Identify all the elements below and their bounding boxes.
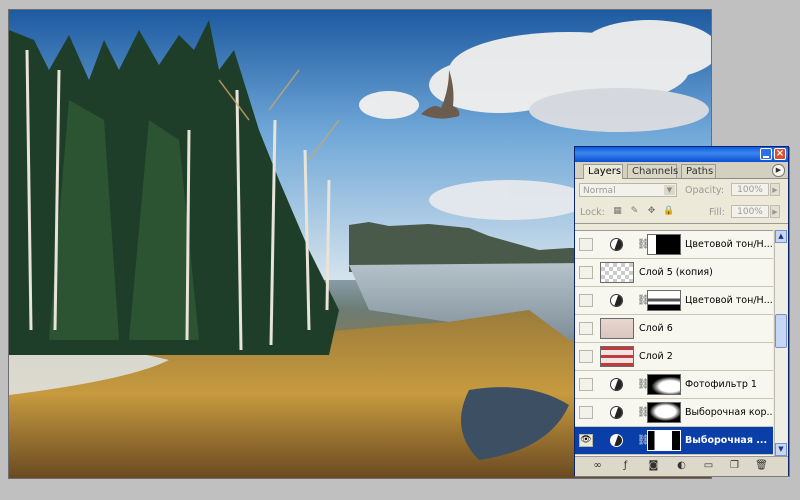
layer-mask-thumbnail[interactable]	[647, 290, 681, 311]
layer-row[interactable]: ⛓ Цветовой тон/Н...	[575, 287, 773, 315]
visibility-toggle[interactable]	[579, 406, 593, 419]
scroll-up-icon[interactable]: ▲	[775, 230, 787, 243]
adjustment-layer-icon	[610, 406, 623, 419]
blend-row: Normal ▼ Opacity: 100% ▶	[575, 179, 788, 201]
link-icon: ⛓	[637, 379, 650, 390]
fill-field[interactable]: 100%	[731, 205, 769, 218]
fill-slider-arrow-icon[interactable]: ▶	[770, 205, 780, 218]
layer-row[interactable]: Слой 6	[575, 315, 773, 343]
layer-row[interactable]: ⛓ Цветовой тон/Н...	[575, 231, 773, 259]
lock-row: Lock: ▦ ✎ ✥ 🔒 Fill: 100% ▶	[575, 201, 788, 224]
minimize-button[interactable]	[760, 148, 772, 160]
link-icon: ⛓	[637, 435, 650, 446]
layer-name: Цветовой тон/Н...	[685, 295, 773, 306]
tab-channels[interactable]: Channels	[627, 164, 678, 178]
scrollbar-thumb[interactable]	[775, 314, 787, 348]
adjustment-layer-icon	[610, 238, 623, 251]
layer-row[interactable]: ⛓ Фотофильтр 1	[575, 371, 773, 399]
layer-mask-thumbnail[interactable]	[647, 430, 681, 451]
layers-list: ⛓ Цветовой тон/Н... Слой 5 (копия) ⛓ Цве…	[575, 230, 773, 457]
layers-panel: × Layers Channels Paths ▶ Normal ▼ Opaci…	[574, 146, 789, 476]
visibility-toggle[interactable]	[579, 294, 593, 307]
chevron-down-icon: ▼	[664, 185, 675, 195]
fill-label: Fill:	[709, 207, 725, 218]
delete-layer-icon[interactable]: 🗑	[755, 460, 768, 472]
layer-mask-thumbnail[interactable]	[647, 374, 681, 395]
blend-mode-value: Normal	[583, 186, 616, 196]
new-layer-icon[interactable]: ❐	[728, 460, 741, 472]
layer-mask-thumbnail[interactable]	[647, 402, 681, 423]
add-mask-icon[interactable]: ◙	[647, 460, 660, 472]
adjustment-layer-icon	[610, 378, 623, 391]
lock-transparency-icon[interactable]: ▦	[612, 206, 623, 217]
layer-name: Выборочная ...	[685, 435, 768, 446]
visibility-toggle[interactable]	[579, 238, 593, 251]
layer-thumbnail[interactable]	[600, 318, 634, 339]
layer-row[interactable]: Слой 2	[575, 343, 773, 371]
layer-name: Выборочная кор...	[685, 407, 773, 418]
layer-name: Фотофильтр 1	[685, 379, 757, 390]
link-icon: ⛓	[637, 295, 650, 306]
layer-row[interactable]: Слой 5 (копия)	[575, 259, 773, 287]
visibility-toggle[interactable]	[579, 266, 593, 279]
panel-tabs: Layers Channels Paths ▶	[575, 162, 788, 179]
link-icon: ⛓	[637, 239, 650, 250]
adjustment-layer-icon	[610, 294, 623, 307]
opacity-label: Opacity:	[685, 185, 725, 196]
lock-all-icon[interactable]: 🔒	[663, 206, 674, 217]
visibility-toggle[interactable]: 👁	[579, 434, 593, 447]
visibility-toggle[interactable]	[579, 322, 593, 335]
lock-position-icon[interactable]: ✥	[646, 206, 657, 217]
layer-style-icon[interactable]: ƒ	[619, 460, 632, 472]
layer-name: Слой 2	[639, 351, 673, 362]
link-icon: ⛓	[637, 407, 650, 418]
adjustment-layer-icon	[610, 434, 623, 447]
panel-menu-icon[interactable]: ▶	[772, 164, 785, 177]
panel-bottom-toolbar: ∞ ƒ ◙ ◐ ▭ ❐ 🗑	[575, 456, 788, 476]
new-adjustment-icon[interactable]: ◐	[675, 460, 688, 472]
layer-mask-thumbnail[interactable]	[647, 234, 681, 255]
layer-name: Цветовой тон/Н...	[685, 239, 773, 250]
scroll-down-icon[interactable]: ▼	[775, 443, 787, 456]
new-group-icon[interactable]: ▭	[702, 460, 715, 472]
layer-name: Слой 5 (копия)	[639, 267, 713, 278]
layer-name: Слой 6	[639, 323, 673, 334]
opacity-field[interactable]: 100%	[731, 183, 769, 196]
layer-row-selected[interactable]: 👁 ⛓ Выборочная ...	[575, 427, 773, 455]
layer-row[interactable]: ⛓ Выборочная кор...	[575, 399, 773, 427]
tab-paths[interactable]: Paths	[681, 164, 716, 178]
blend-mode-select[interactable]: Normal ▼	[579, 183, 677, 197]
layer-thumbnail[interactable]	[600, 262, 634, 283]
link-layers-icon[interactable]: ∞	[591, 460, 604, 472]
opacity-slider-arrow-icon[interactable]: ▶	[770, 183, 780, 196]
layers-scrollbar[interactable]: ▲ ▼	[774, 230, 787, 456]
close-button[interactable]: ×	[774, 148, 786, 160]
tab-layers[interactable]: Layers	[583, 164, 623, 179]
panel-titlebar[interactable]: ×	[575, 147, 788, 162]
visibility-toggle[interactable]	[579, 350, 593, 363]
eye-icon: 👁	[580, 435, 592, 445]
lock-label: Lock:	[580, 207, 605, 218]
lock-image-icon[interactable]: ✎	[629, 206, 640, 217]
visibility-toggle[interactable]	[579, 378, 593, 391]
layer-thumbnail[interactable]	[600, 346, 634, 367]
